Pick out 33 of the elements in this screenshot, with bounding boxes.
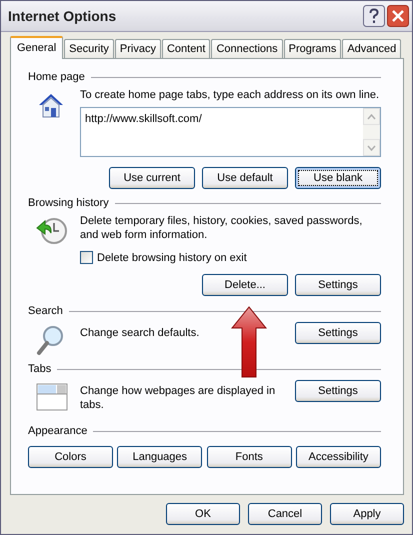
dialog-button[interactable]: Cancel (248, 503, 322, 525)
section-heading: Appearance (28, 425, 88, 437)
section-heading: Home page (28, 71, 85, 83)
tab[interactable]: Content (162, 39, 210, 58)
dialog-button[interactable]: Use default (202, 167, 288, 189)
settings-button[interactable]: Settings (295, 322, 381, 344)
settings-button[interactable]: Settings (295, 380, 381, 402)
tab[interactable]: Programs (284, 39, 342, 58)
tab[interactable]: Privacy (114, 39, 161, 58)
dialog-button[interactable]: OK (166, 503, 240, 525)
appearance-button[interactable]: Accessibility (296, 446, 381, 468)
dialog-button[interactable]: Settings (295, 274, 381, 296)
tab[interactable]: Security (64, 39, 114, 58)
tab[interactable]: Connections (211, 39, 283, 58)
dialog-button[interactable]: Apply (330, 503, 404, 525)
appearance-button[interactable]: Colors (28, 446, 113, 468)
dialog-button[interactable]: Use blank (295, 167, 381, 189)
tab[interactable]: General (10, 36, 64, 59)
home-page-field[interactable]: http://www.skillsoft.com/ (80, 107, 381, 157)
section-description: Delete temporary files, history, cookies, saved passwords, and web form information. (80, 214, 364, 242)
section-heading: Tabs (28, 363, 52, 375)
tab[interactable]: Advanced (342, 39, 402, 58)
section-heading: Search (28, 305, 63, 317)
section-heading: Browsing history (28, 197, 109, 209)
appearance-button[interactable]: Languages (117, 446, 202, 468)
window-title: Internet Options (8, 8, 116, 24)
section-description: Change search defaults. (80, 326, 200, 340)
dialog-button[interactable]: Delete... (202, 274, 288, 296)
dialog-button[interactable]: Use current (109, 167, 195, 189)
section-description: To create home page tabs, type each address on its own line. (80, 88, 380, 102)
checkbox-label: Delete browsing history on exit (97, 252, 247, 264)
appearance-button[interactable]: Fonts (206, 446, 292, 468)
section-description: Change how webpages are displayed in tabs. (80, 384, 276, 412)
